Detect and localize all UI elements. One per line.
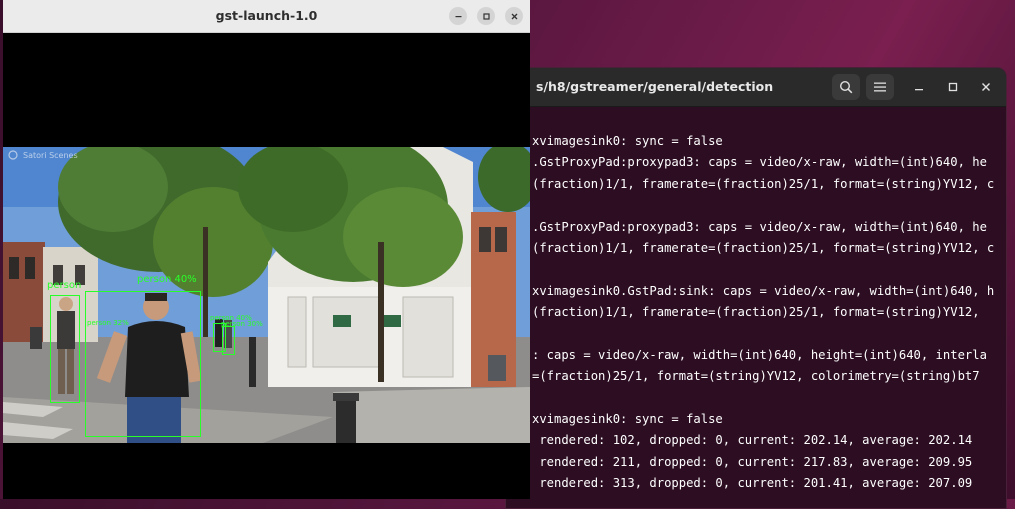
detection-label: person 30%	[221, 320, 263, 328]
terminal-line: rendered: 102, dropped: 0, current: 202.…	[532, 433, 973, 448]
gst-launch-window: gst-launch-1.0 Satori Scenes person pers…	[3, 0, 530, 499]
menu-button[interactable]	[866, 74, 894, 100]
gst-maximize-button[interactable]	[477, 7, 495, 25]
terminal-close-button[interactable]	[977, 78, 995, 96]
terminal-title: s/h8/gstreamer/general/detection	[536, 79, 774, 94]
terminal-maximize-button[interactable]	[944, 78, 962, 96]
maximize-icon	[948, 82, 958, 92]
minimize-icon	[915, 89, 923, 91]
terminal-line: (fraction)1/1, framerate=(fraction)25/1,…	[532, 240, 995, 255]
gst-close-button[interactable]	[505, 7, 523, 25]
terminal-line: =(fraction)25/1, format=(string)YV12, co…	[532, 369, 980, 384]
close-icon	[982, 83, 990, 91]
terminal-line: rendered: 211, dropped: 0, current: 217.…	[532, 454, 973, 469]
watermark-text: Satori Scenes	[23, 151, 78, 160]
terminal-line: : caps = video/x-raw, width=(int)640, he…	[532, 347, 987, 362]
detection-label: person	[47, 280, 82, 291]
terminal-line: (fraction)1/1, framerate=(fraction)25/1,…	[532, 176, 995, 191]
terminal-line: xvimagesink0.GstPad:sink: caps = video/x…	[532, 283, 995, 298]
detection-label: person 32%	[87, 319, 129, 327]
terminal-header-bar[interactable]: s/h8/gstreamer/general/detection	[506, 68, 1006, 107]
terminal-line: (fraction)1/1, framerate=(fraction)25/1,…	[532, 305, 980, 320]
maximize-icon	[482, 12, 490, 20]
search-icon	[839, 80, 853, 94]
detection-box	[222, 326, 235, 355]
minimize-icon	[455, 15, 461, 17]
terminal-line: xvimagesink0: sync = false	[532, 134, 723, 148]
gst-minimize-button[interactable]	[449, 7, 467, 25]
terminal-line: .GstProxyPad:proxypad3: caps = video/x-r…	[532, 219, 987, 234]
detection-box	[85, 291, 201, 437]
terminal-line: .GstProxyPad:proxypad3: caps = video/x-r…	[532, 155, 987, 170]
hamburger-menu-icon	[874, 82, 886, 92]
gst-title-bar[interactable]: gst-launch-1.0	[3, 0, 530, 33]
search-button[interactable]	[832, 74, 860, 100]
detection-box	[50, 295, 80, 403]
street-scene-image: Satori Scenes	[3, 147, 530, 443]
video-frame: Satori Scenes person person 40% person 3…	[3, 147, 530, 443]
terminal-minimize-button[interactable]	[910, 78, 928, 96]
terminal-window: s/h8/gstreamer/general/detection xvimage…	[505, 67, 1007, 509]
terminal-line: rendered: 313, dropped: 0, current: 201.…	[532, 476, 973, 491]
close-icon	[511, 13, 517, 19]
terminal-output[interactable]: xvimagesink0: sync = false .GstProxyPad:…	[506, 107, 1006, 508]
terminal-line: xvimagesink0: sync = false	[532, 412, 723, 427]
detection-label: person 40%	[137, 274, 197, 285]
